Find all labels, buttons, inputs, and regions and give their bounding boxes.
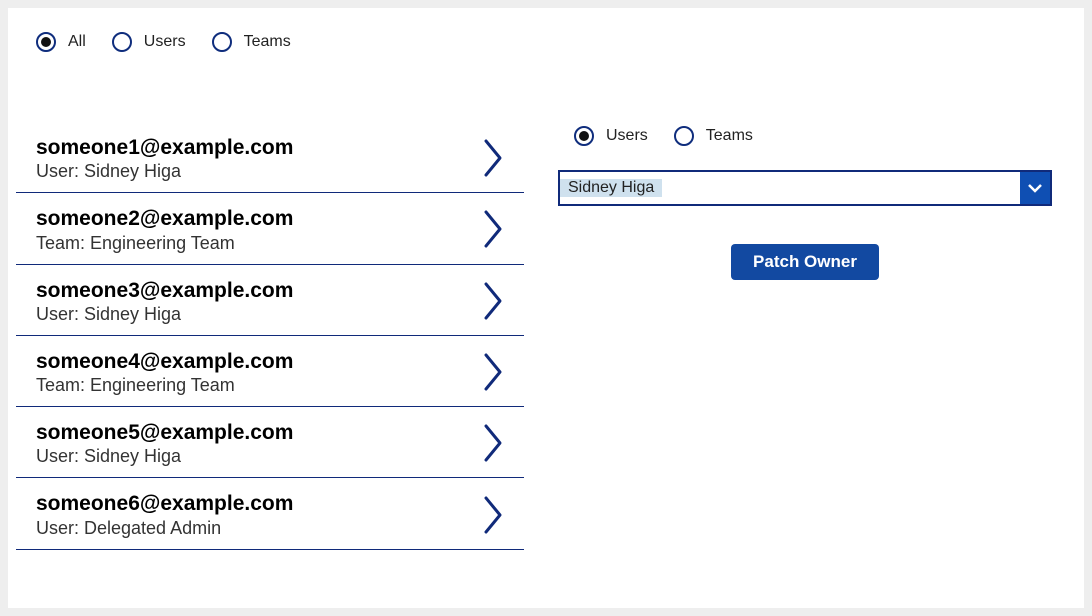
top-filter-users-label: Users (144, 33, 186, 51)
chevron-right-icon (480, 208, 508, 250)
item-owner: User: Delegated Admin (36, 518, 293, 539)
owner-select[interactable]: Sidney Higa (558, 170, 1052, 206)
item-email: someone4@example.com (36, 348, 293, 375)
top-filter-radio-group: All Users Teams (8, 8, 1084, 52)
owner-type-teams-label: Teams (706, 127, 753, 145)
owner-type-users[interactable]: Users (574, 126, 648, 146)
owner-select-value: Sidney Higa (560, 179, 662, 197)
chevron-right-icon (480, 422, 508, 464)
item-owner: Team: Engineering Team (36, 375, 293, 396)
list-item-text: someone1@example.com User: Sidney Higa (36, 134, 293, 182)
chevron-right-icon (480, 137, 508, 179)
chevron-right-icon (480, 280, 508, 322)
item-owner: Team: Engineering Team (36, 233, 293, 254)
results-list[interactable]: someone1@example.com User: Sidney Higa s… (16, 118, 524, 602)
list-item[interactable]: someone6@example.com User: Delegated Adm… (16, 478, 524, 549)
owner-assign-panel: Users Teams Sidney Higa Patch Owner (564, 126, 1046, 280)
item-email: someone1@example.com (36, 134, 293, 161)
item-owner: User: Sidney Higa (36, 304, 293, 325)
list-item[interactable]: someone3@example.com User: Sidney Higa (16, 265, 524, 336)
top-filter-teams[interactable]: Teams (212, 32, 291, 52)
item-email: someone5@example.com (36, 419, 293, 446)
owner-type-radio-group: Users Teams (564, 126, 1046, 146)
top-filter-all[interactable]: All (36, 32, 86, 52)
owner-type-users-label: Users (606, 127, 648, 145)
patch-owner-button[interactable]: Patch Owner (731, 244, 879, 280)
chevron-right-icon (480, 351, 508, 393)
radio-icon (212, 32, 232, 52)
list-item[interactable]: someone2@example.com Team: Engineering T… (16, 193, 524, 264)
chevron-down-icon[interactable] (1020, 172, 1050, 204)
list-item-text: someone4@example.com Team: Engineering T… (36, 348, 293, 396)
top-filter-users[interactable]: Users (112, 32, 186, 52)
item-owner: User: Sidney Higa (36, 161, 293, 182)
list-item-text: someone6@example.com User: Delegated Adm… (36, 490, 293, 538)
chevron-right-icon (480, 494, 508, 536)
list-item-text: someone5@example.com User: Sidney Higa (36, 419, 293, 467)
radio-icon (574, 126, 594, 146)
radio-icon (36, 32, 56, 52)
list-item[interactable]: someone5@example.com User: Sidney Higa (16, 407, 524, 478)
item-email: someone2@example.com (36, 205, 293, 232)
list-item-text: someone3@example.com User: Sidney Higa (36, 277, 293, 325)
radio-icon (112, 32, 132, 52)
list-item[interactable]: someone4@example.com Team: Engineering T… (16, 336, 524, 407)
item-owner: User: Sidney Higa (36, 446, 293, 467)
radio-icon (674, 126, 694, 146)
top-filter-all-label: All (68, 33, 86, 51)
list-item[interactable]: someone1@example.com User: Sidney Higa (16, 118, 524, 193)
item-email: someone6@example.com (36, 490, 293, 517)
top-filter-teams-label: Teams (244, 33, 291, 51)
owner-type-teams[interactable]: Teams (674, 126, 753, 146)
item-email: someone3@example.com (36, 277, 293, 304)
list-item-text: someone2@example.com Team: Engineering T… (36, 205, 293, 253)
